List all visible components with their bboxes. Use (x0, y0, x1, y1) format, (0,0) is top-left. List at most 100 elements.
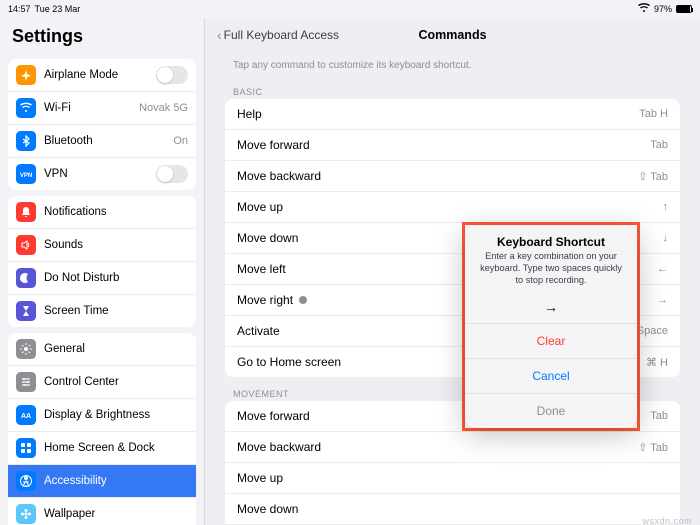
sidebar-item-label: Bluetooth (44, 135, 165, 147)
sidebar-item-accessibility[interactable]: Accessibility (8, 465, 196, 498)
airplane-icon (16, 65, 36, 85)
sidebar-item-label: General (44, 343, 188, 355)
command-shortcut: ⇧ Tab (638, 170, 668, 183)
sidebar-item-do-not-disturb[interactable]: Do Not Disturb (8, 262, 196, 295)
done-button[interactable]: Done (465, 393, 637, 428)
sliders-icon (16, 372, 36, 392)
commands-pane: ‹ Full Keyboard Access Commands Tap any … (205, 18, 700, 525)
page-title: Commands (418, 28, 486, 42)
sidebar-item-label: Wi-Fi (44, 102, 131, 114)
sidebar-item-sounds[interactable]: Sounds (8, 229, 196, 262)
sidebar-item-wi-fi[interactable]: Wi-FiNovak 5G (8, 92, 196, 125)
recording-indicator-icon (299, 296, 307, 304)
status-time: 14:57 (8, 4, 31, 14)
command-label: Move backward (237, 169, 321, 183)
svg-text:AA: AA (21, 413, 31, 420)
bell-icon (16, 202, 36, 222)
command-row[interactable]: Move up ↑ (225, 192, 680, 223)
status-bar: 14:57 Tue 23 Mar 97% (0, 0, 700, 18)
sidebar-item-label: Control Center (44, 376, 188, 388)
toggle-switch[interactable] (156, 165, 188, 183)
sidebar-item-label: Screen Time (44, 305, 188, 317)
command-shortcut: ↓ (663, 232, 669, 244)
command-row[interactable]: Move backward ⇧ Tab (225, 432, 680, 463)
vpn-icon: VPN (16, 164, 36, 184)
command-row[interactable]: Help Tab H (225, 99, 680, 130)
popover-subtitle: Enter a key combination on your keyboard… (477, 251, 625, 287)
command-shortcut: ↑ (663, 201, 669, 213)
command-row[interactable]: Move up (225, 463, 680, 494)
command-row[interactable]: Move forward Tab (225, 130, 680, 161)
toggle-switch[interactable] (156, 66, 188, 84)
sidebar-item-label: Do Not Disturb (44, 272, 188, 284)
battery-icon (676, 5, 692, 13)
command-label: Move up (237, 471, 283, 485)
sidebar-item-airplane-mode[interactable]: Airplane Mode (8, 59, 196, 92)
back-label: Full Keyboard Access (224, 28, 339, 42)
sidebar-item-bluetooth[interactable]: Bluetooth On (8, 125, 196, 158)
clear-button[interactable]: Clear (465, 323, 637, 358)
command-row[interactable]: Move backward ⇧ Tab (225, 161, 680, 192)
command-label: Move left (237, 262, 286, 276)
sidebar-item-label: Accessibility (44, 475, 188, 487)
chevron-left-icon: ‹ (217, 28, 222, 42)
sidebar-item-value: On (173, 135, 188, 147)
settings-sidebar: Settings Airplane ModeWi-FiNovak 5GBluet… (0, 18, 205, 525)
watermark: wsxdn.com (642, 516, 692, 525)
command-shortcut: ⌘ H (646, 356, 668, 369)
svg-text:VPN: VPN (20, 173, 32, 179)
sidebar-item-label: Wallpaper (44, 508, 188, 520)
command-label: Move backward (237, 440, 321, 454)
bluetooth-icon (16, 131, 36, 151)
sidebar-item-screen-time[interactable]: Screen Time (8, 295, 196, 327)
command-label: Help (237, 107, 262, 121)
command-shortcut: Space (637, 325, 668, 337)
sidebar-item-label: Airplane Mode (44, 69, 148, 81)
sidebar-item-wallpaper[interactable]: Wallpaper (8, 498, 196, 525)
flower-icon (16, 504, 36, 524)
grid-icon (16, 438, 36, 458)
recorded-key: → (465, 293, 637, 323)
command-label: Go to Home screen (237, 355, 341, 369)
gear-icon (16, 339, 36, 359)
sidebar-title: Settings (0, 18, 204, 53)
command-shortcut: Tab H (639, 108, 668, 120)
command-label: Move down (237, 231, 298, 245)
sidebar-item-general[interactable]: General (8, 333, 196, 366)
sidebar-item-home-screen-dock[interactable]: Home Screen & Dock (8, 432, 196, 465)
battery-percent: 97% (654, 4, 672, 14)
command-shortcut: Tab (650, 410, 668, 422)
sidebar-item-control-center[interactable]: Control Center (8, 366, 196, 399)
command-label: Move up (237, 200, 283, 214)
command-shortcut: ⇧ Tab (638, 441, 668, 454)
sidebar-item-display-brightness[interactable]: AADisplay & Brightness (8, 399, 196, 432)
command-shortcut: → (657, 294, 668, 306)
sidebar-item-notifications[interactable]: Notifications (8, 196, 196, 229)
sidebar-item-label: VPN (44, 168, 148, 180)
sidebar-item-label: Home Screen & Dock (44, 442, 188, 454)
sidebar-item-label: Sounds (44, 239, 188, 251)
command-label: Move forward (237, 138, 310, 152)
AA-icon: AA (16, 405, 36, 425)
status-date: Tue 23 Mar (35, 4, 81, 14)
nav-bar: ‹ Full Keyboard Access Commands (205, 18, 700, 52)
wifi-icon (638, 3, 650, 15)
command-label: Move down (237, 502, 298, 516)
highlight-box: Keyboard Shortcut Enter a key combinatio… (462, 222, 640, 431)
command-label: Activate (237, 324, 280, 338)
hint-text: Tap any command to customize its keyboar… (205, 52, 700, 75)
person-icon (16, 471, 36, 491)
back-button[interactable]: ‹ Full Keyboard Access (217, 28, 339, 42)
command-label: Move right (237, 293, 293, 307)
moon-icon (16, 268, 36, 288)
popover-title: Keyboard Shortcut (477, 235, 625, 249)
command-label: Move forward (237, 409, 310, 423)
cancel-button[interactable]: Cancel (465, 358, 637, 393)
wifi-icon (16, 98, 36, 118)
keyboard-shortcut-popover: Keyboard Shortcut Enter a key combinatio… (465, 225, 637, 428)
command-row[interactable]: Move down (225, 494, 680, 525)
sidebar-item-vpn[interactable]: VPN VPN (8, 158, 196, 190)
command-shortcut: Tab (650, 139, 668, 151)
command-shortcut: ← (657, 263, 668, 275)
section-basic: BASIC (205, 75, 700, 99)
